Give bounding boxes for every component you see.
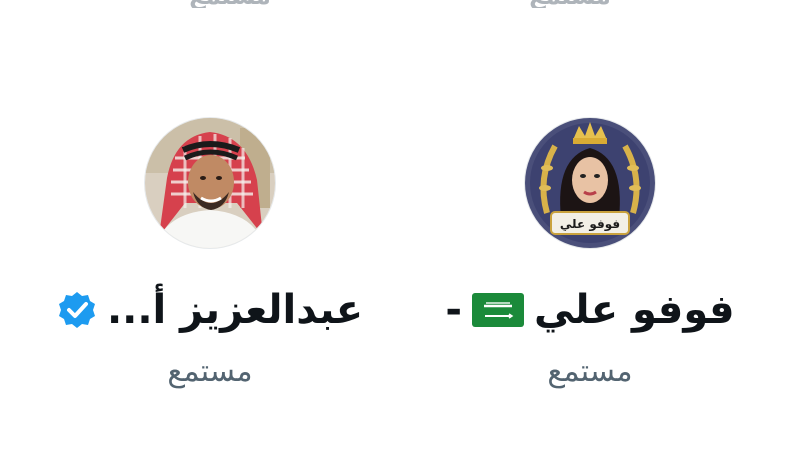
verified-badge-icon [58, 292, 95, 328]
spaces-listeners-grid: مستمع مستمع [0, 0, 812, 472]
name-suffix: - [445, 287, 462, 333]
listener-role: مستمع [167, 354, 253, 389]
listener-name: عبدالعزيز أ... [106, 287, 364, 333]
avatar[interactable]: فوفو علي [525, 118, 655, 248]
listener-name: فوفو علي [534, 287, 735, 333]
previous-row-role-label: مستمع [110, 0, 350, 8]
previous-row-role-label: مستمع [450, 0, 690, 8]
listener-card[interactable]: فوفو علي - فوفو علي مستمع [420, 110, 760, 410]
listener-name-row[interactable]: عبدالعزيز أ... [40, 280, 380, 340]
listener-role: مستمع [547, 354, 633, 389]
listener-card[interactable]: عبدالعزيز أ... مستمع [40, 110, 380, 410]
avatar[interactable] [145, 118, 275, 248]
avatar-label-text: فوفو علي [560, 217, 620, 232]
woman-with-crown-avatar: فوفو علي [525, 118, 655, 248]
listener-name-row[interactable]: - فوفو علي [420, 280, 760, 340]
man-in-red-shemagh-avatar [145, 118, 275, 248]
saudi-flag-icon [472, 293, 524, 327]
